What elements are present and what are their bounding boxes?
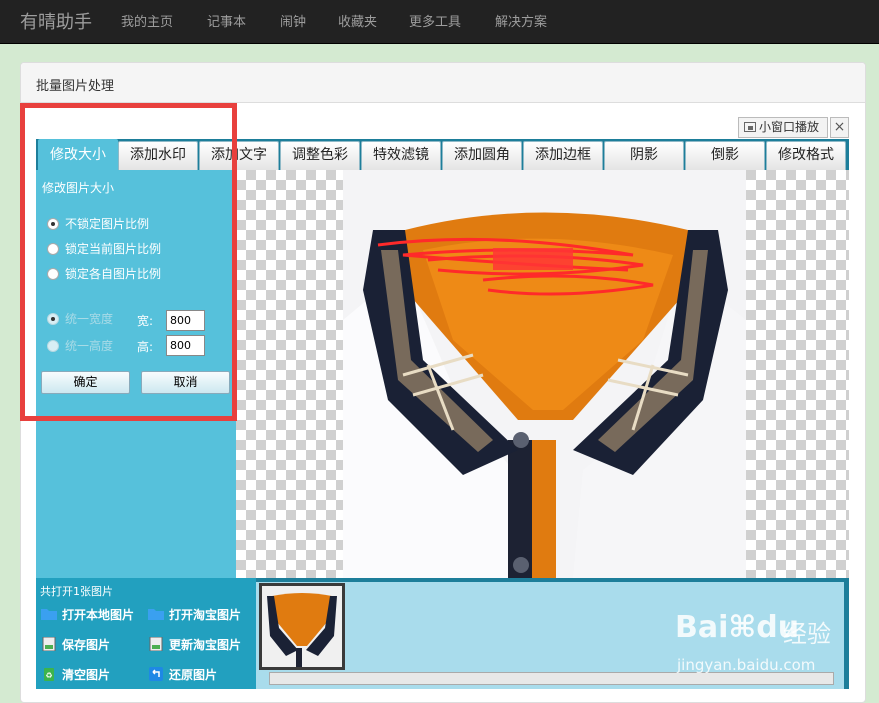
nav-item-notepad[interactable]: 记事本	[207, 11, 246, 30]
folder-icon	[148, 609, 164, 620]
mini-window-label: 小窗口播放	[759, 120, 820, 134]
brand-logo[interactable]: 有晴助手	[20, 8, 92, 34]
nav-item-home[interactable]: 我的主页	[121, 11, 173, 30]
nav-item-alarm[interactable]: 闹钟	[280, 11, 306, 30]
image-thumbnail[interactable]	[259, 583, 345, 670]
update-disk-icon	[149, 637, 163, 651]
tab-change-format[interactable]: 修改格式	[766, 141, 846, 170]
highlight-box	[20, 103, 237, 421]
top-navbar: 有晴助手 我的主页 记事本 闹钟 收藏夹 更多工具 解决方案	[0, 0, 879, 44]
close-button[interactable]: ×	[830, 117, 849, 138]
image-preview-canvas[interactable]	[236, 170, 849, 578]
nav-item-more-tools[interactable]: 更多工具	[409, 11, 461, 30]
action-label: 保存图片	[62, 638, 111, 652]
shirt-collar-image	[343, 170, 746, 578]
file-actions-panel: 共打开1张图片 打开本地图片 打开淘宝图片 保存图片 更新淘宝图片 ♻ 清空图片 …	[36, 578, 256, 689]
watermark-brand: Bai⌘du	[675, 610, 800, 645]
card-title: 批量图片处理	[36, 79, 115, 94]
save-image-button[interactable]: 保存图片	[40, 636, 110, 653]
tab-shadow[interactable]: 阴影	[604, 141, 684, 170]
action-label: 打开本地图片	[62, 608, 135, 622]
update-taobao-button[interactable]: 更新淘宝图片	[147, 636, 241, 653]
mini-window-button[interactable]: 小窗口播放	[738, 117, 828, 138]
nav-item-favorites[interactable]: 收藏夹	[338, 11, 377, 30]
action-label: 还原图片	[169, 668, 218, 682]
tab-adjust-color[interactable]: 调整色彩	[280, 141, 360, 170]
watermark-url: jingyan.baidu.com	[677, 656, 816, 674]
recycle-bin-icon: ♻	[44, 668, 54, 681]
restore-images-button[interactable]: 还原图片	[147, 666, 217, 683]
tab-add-border[interactable]: 添加边框	[523, 141, 603, 170]
thumbnail-image	[262, 586, 342, 667]
file-count-text: 共打开1张图片	[40, 585, 113, 598]
action-label: 打开淘宝图片	[169, 608, 242, 622]
card-header: 批量图片处理	[21, 63, 865, 103]
tab-reflection[interactable]: 倒影	[685, 141, 765, 170]
restore-icon	[149, 667, 163, 681]
watermark-text: 经验	[783, 620, 831, 648]
tab-filters[interactable]: 特效滤镜	[361, 141, 441, 170]
folder-icon	[41, 609, 57, 620]
clear-images-button[interactable]: ♻ 清空图片	[40, 666, 110, 683]
action-label: 更新淘宝图片	[169, 638, 242, 652]
svg-text:♻: ♻	[45, 671, 52, 680]
open-local-button[interactable]: 打开本地图片	[40, 606, 134, 623]
save-disk-icon	[42, 637, 56, 651]
baidu-watermark: Bai⌘du 经验 jingyan.baidu.com	[675, 610, 845, 685]
open-taobao-button[interactable]: 打开淘宝图片	[147, 606, 241, 623]
nav-item-solutions[interactable]: 解决方案	[495, 11, 547, 30]
tab-round-corners[interactable]: 添加圆角	[442, 141, 522, 170]
mini-window-icon	[744, 122, 756, 132]
action-label: 清空图片	[62, 668, 111, 682]
